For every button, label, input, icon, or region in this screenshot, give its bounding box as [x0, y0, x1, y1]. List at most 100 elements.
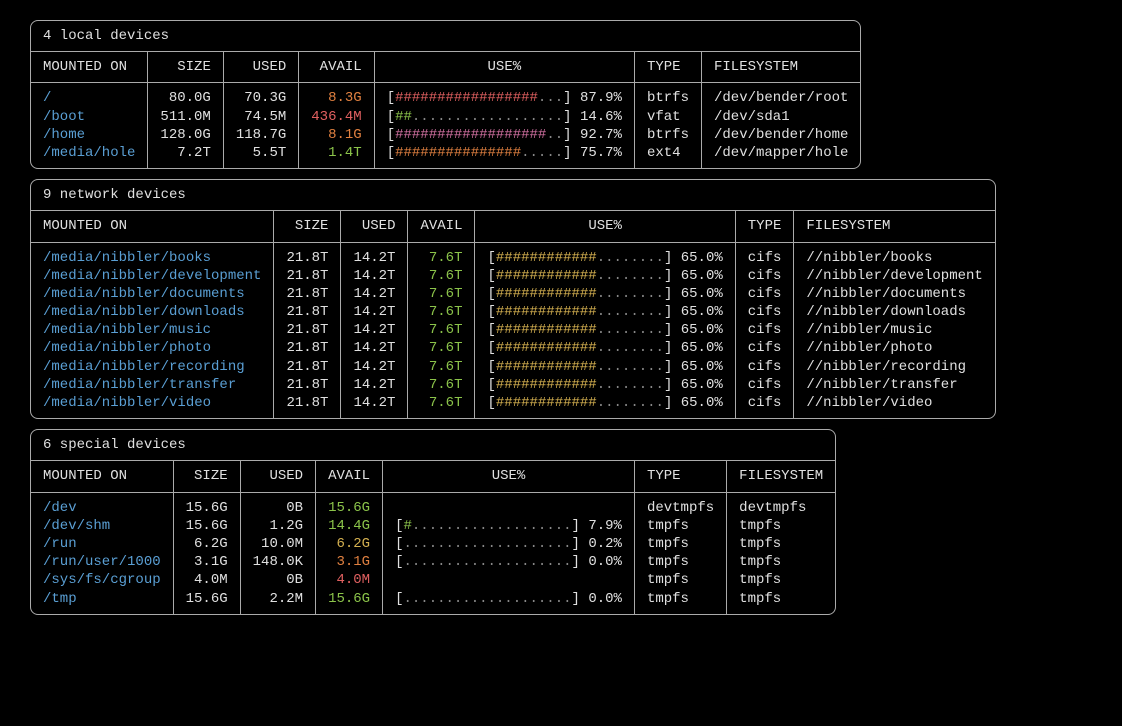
avail-value: 14.4G	[316, 517, 383, 535]
used-value: 148.0K	[240, 553, 315, 571]
filesystem-path: /dev/mapper/hole	[701, 144, 860, 168]
usage-bar-empty: ........	[597, 250, 664, 266]
mount-point: /media/nibbler/books	[31, 242, 274, 267]
used-value: 0B	[240, 571, 315, 589]
usage-bar-fill: ############	[496, 286, 597, 302]
group-title: 6 special devices	[31, 430, 835, 460]
fs-type: cifs	[735, 376, 794, 394]
filesystem-path: tmpfs	[727, 571, 836, 589]
filesystem-path: //nibbler/books	[794, 242, 995, 267]
usage-percent: 14.6%	[580, 109, 622, 125]
used-value: 74.5M	[223, 108, 298, 126]
table-row: /home128.0G118.7G8.1G[##################…	[31, 126, 860, 144]
avail-value: 6.2G	[316, 535, 383, 553]
usage-percent: 65.0%	[681, 340, 723, 356]
table-row: /run6.2G10.0M6.2G[....................] …	[31, 535, 835, 553]
fs-type: cifs	[735, 339, 794, 357]
size-value: 21.8T	[274, 394, 341, 418]
mount-point: /media/nibbler/development	[31, 267, 274, 285]
size-value: 21.8T	[274, 285, 341, 303]
use-bar-cell: [#...................] 7.9%	[383, 517, 635, 535]
col-filesystem: FILESYSTEM	[727, 461, 836, 492]
used-value: 70.3G	[223, 83, 298, 108]
usage-percent: 65.0%	[681, 286, 723, 302]
size-value: 3.1G	[173, 553, 240, 571]
usage-percent: 65.0%	[681, 322, 723, 338]
used-value: 14.2T	[341, 321, 408, 339]
col-filesystem: FILESYSTEM	[794, 211, 995, 242]
usage-percent: 0.0%	[588, 591, 622, 607]
mount-point: /run	[31, 535, 173, 553]
table-row: /media/nibbler/transfer21.8T14.2T7.6T[##…	[31, 376, 995, 394]
table-row: /media/nibbler/recording21.8T14.2T7.6T[#…	[31, 358, 995, 376]
usage-bar-empty: ........	[597, 322, 664, 338]
usage-percent: 65.0%	[681, 268, 723, 284]
usage-bar-empty: ....................	[403, 591, 571, 607]
use-bar-cell: [#################...] 87.9%	[374, 83, 634, 108]
usage-bar-fill: ##################	[395, 127, 546, 143]
usage-bar-empty: ........	[597, 286, 664, 302]
use-bar-cell: [############........] 65.0%	[475, 358, 735, 376]
usage-bar-fill: #################	[395, 90, 538, 106]
col-mounted-on: MOUNTED ON	[31, 52, 148, 83]
col-used: USED	[240, 461, 315, 492]
used-value: 118.7G	[223, 126, 298, 144]
device-group: 9 network devicesMOUNTED ONSIZEUSEDAVAIL…	[30, 179, 996, 419]
fs-type: vfat	[634, 108, 701, 126]
col-mounted-on: MOUNTED ON	[31, 461, 173, 492]
avail-value: 7.6T	[408, 358, 475, 376]
usage-bar-fill: #	[403, 518, 411, 534]
use-bar-cell: [....................] 0.0%	[383, 590, 635, 614]
filesystem-path: //nibbler/recording	[794, 358, 995, 376]
size-value: 7.2T	[148, 144, 223, 168]
fs-type: tmpfs	[634, 517, 726, 535]
col-mounted-on: MOUNTED ON	[31, 211, 274, 242]
mount-point: /media/nibbler/transfer	[31, 376, 274, 394]
avail-value: 7.6T	[408, 321, 475, 339]
use-bar-cell: [###############.....] 75.7%	[374, 144, 634, 168]
mount-point: /tmp	[31, 590, 173, 614]
col-avail: AVAIL	[299, 52, 374, 83]
usage-bar-fill: ############	[496, 304, 597, 320]
size-value: 21.8T	[274, 242, 341, 267]
col-used: USED	[223, 52, 298, 83]
fs-type: cifs	[735, 321, 794, 339]
disk-table: MOUNTED ONSIZEUSEDAVAILUSE%TYPEFILESYSTE…	[31, 51, 860, 168]
mount-point: /boot	[31, 108, 148, 126]
avail-value: 4.0M	[316, 571, 383, 589]
avail-value: 7.6T	[408, 303, 475, 321]
avail-value: 7.6T	[408, 242, 475, 267]
fs-type: tmpfs	[634, 590, 726, 614]
use-bar-cell	[383, 571, 635, 589]
size-value: 15.6G	[173, 492, 240, 517]
avail-value: 15.6G	[316, 492, 383, 517]
mount-point: /media/nibbler/music	[31, 321, 274, 339]
mount-point: /home	[31, 126, 148, 144]
usage-bar-fill: ############	[496, 340, 597, 356]
filesystem-path: tmpfs	[727, 517, 836, 535]
mount-point: /dev	[31, 492, 173, 517]
table-row: /dev/shm15.6G1.2G14.4G[#................…	[31, 517, 835, 535]
disk-usage-output: 4 local devicesMOUNTED ONSIZEUSEDAVAILUS…	[30, 20, 1092, 625]
filesystem-path: tmpfs	[727, 553, 836, 571]
avail-value: 7.6T	[408, 267, 475, 285]
table-row: /80.0G70.3G8.3G[#################...] 87…	[31, 83, 860, 108]
usage-bar-fill: ##	[395, 109, 412, 125]
size-value: 4.0M	[173, 571, 240, 589]
table-row: /media/nibbler/music21.8T14.2T7.6T[#####…	[31, 321, 995, 339]
usage-bar-empty: ....................	[403, 554, 571, 570]
size-value: 21.8T	[274, 358, 341, 376]
table-row: /boot511.0M74.5M436.4M[##...............…	[31, 108, 860, 126]
size-value: 511.0M	[148, 108, 223, 126]
filesystem-path: devtmpfs	[727, 492, 836, 517]
use-bar-cell: [############........] 65.0%	[475, 394, 735, 418]
disk-table: MOUNTED ONSIZEUSEDAVAILUSE%TYPEFILESYSTE…	[31, 210, 995, 418]
avail-value: 15.6G	[316, 590, 383, 614]
col-avail: AVAIL	[408, 211, 475, 242]
filesystem-path: //nibbler/music	[794, 321, 995, 339]
mount-point: /sys/fs/cgroup	[31, 571, 173, 589]
col-size: SIZE	[148, 52, 223, 83]
group-title: 9 network devices	[31, 180, 995, 210]
mount-point: /	[31, 83, 148, 108]
mount-point: /run/user/1000	[31, 553, 173, 571]
